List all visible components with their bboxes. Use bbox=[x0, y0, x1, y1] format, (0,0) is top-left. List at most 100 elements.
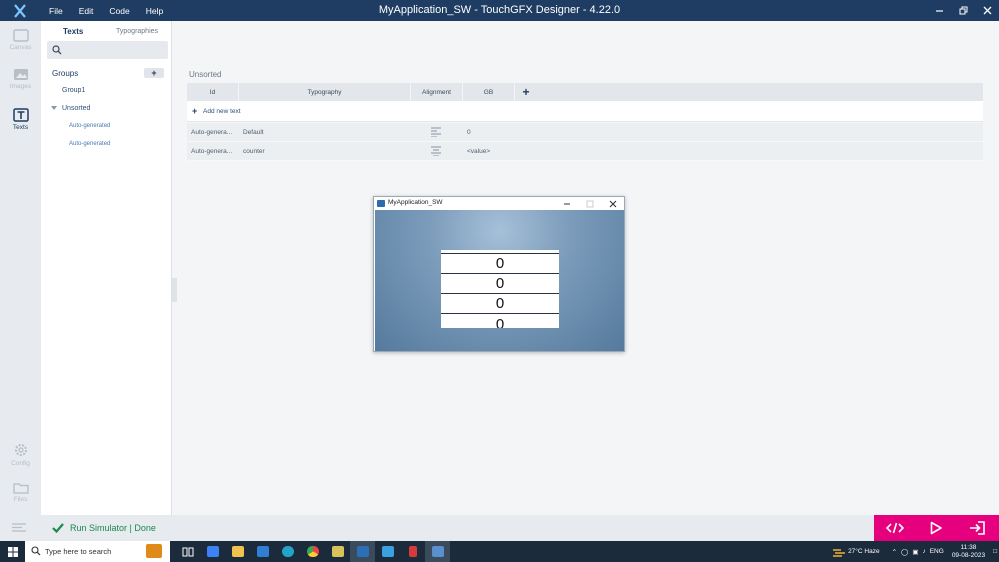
column-header-alignment[interactable]: Alignment bbox=[411, 83, 463, 101]
column-header-typography[interactable]: Typography bbox=[239, 83, 411, 101]
rail-images[interactable]: Images bbox=[0, 68, 41, 90]
cell-id[interactable]: Auto-genera... bbox=[191, 129, 232, 136]
simulator-title-bar[interactable]: MyApplication_SW bbox=[374, 197, 624, 210]
display-icon[interactable]: ▣ bbox=[912, 548, 918, 556]
align-center-icon[interactable] bbox=[431, 146, 441, 156]
run-simulator-button[interactable] bbox=[915, 515, 956, 541]
table-row[interactable]: Auto-genera... Default 0 bbox=[187, 123, 983, 142]
simulator-screen[interactable]: 0 0 0 0 bbox=[375, 210, 624, 351]
start-button[interactable] bbox=[0, 541, 25, 562]
windows-icon bbox=[7, 546, 18, 557]
action-buttons bbox=[874, 515, 999, 541]
taskbar-clock[interactable]: 11:38 09-08-2023 bbox=[952, 544, 985, 560]
tab-typographies[interactable]: Typographies bbox=[116, 28, 158, 35]
stm32cubemx-icon[interactable] bbox=[400, 541, 425, 562]
add-new-text-label: Add new text bbox=[203, 108, 241, 115]
app-icon[interactable] bbox=[325, 541, 350, 562]
play-icon bbox=[930, 521, 942, 535]
menu-edit[interactable]: Edit bbox=[71, 6, 102, 16]
network-icon[interactable]: ◯ bbox=[901, 548, 908, 556]
list-item[interactable]: 0 bbox=[441, 313, 559, 328]
taskbar-search[interactable]: Type here to search bbox=[25, 541, 170, 562]
chrome-icon[interactable] bbox=[300, 541, 325, 562]
section-title: Unsorted bbox=[189, 70, 222, 79]
simulator-app-icon bbox=[377, 200, 385, 207]
rail-canvas[interactable]: Canvas bbox=[0, 29, 41, 51]
menu-file[interactable]: File bbox=[41, 6, 71, 16]
simulator-window[interactable]: MyApplication_SW 0 0 0 0 bbox=[373, 196, 625, 352]
group-item-auto-generated-2[interactable]: Auto-generated bbox=[69, 141, 110, 147]
store-icon[interactable] bbox=[200, 541, 225, 562]
images-icon bbox=[13, 69, 28, 80]
cell-gb[interactable]: <value> bbox=[467, 148, 490, 155]
panel-tabs: Texts Typographies bbox=[41, 25, 172, 39]
run-target-button[interactable] bbox=[956, 515, 997, 541]
haze-icon bbox=[833, 548, 846, 557]
status-bar: Run Simulator | Done bbox=[0, 515, 999, 541]
rail-files[interactable]: Files bbox=[0, 481, 41, 503]
stm32cubeide-icon[interactable] bbox=[375, 541, 400, 562]
folder-icon bbox=[12, 483, 29, 494]
scroll-list[interactable]: 0 0 0 0 bbox=[441, 250, 559, 328]
minimize-button[interactable] bbox=[927, 0, 951, 21]
rail-config[interactable]: Config bbox=[0, 442, 41, 467]
cell-typography[interactable]: Default bbox=[243, 129, 264, 136]
touchgfx-taskbar-icon[interactable] bbox=[350, 541, 375, 562]
table-row[interactable]: Auto-genera... counter <value> bbox=[187, 142, 983, 161]
edge-icon[interactable] bbox=[275, 541, 300, 562]
list-item[interactable]: 0 bbox=[441, 293, 559, 313]
search-icon bbox=[31, 546, 41, 556]
rail-config-label: Config bbox=[11, 460, 30, 467]
canvas-icon bbox=[12, 29, 29, 42]
groups-heading: Groups bbox=[52, 69, 79, 78]
speaker-icon[interactable]: ♪ bbox=[922, 548, 925, 555]
search-highlight-icon[interactable] bbox=[146, 544, 162, 558]
group-item-unsorted[interactable]: Unsorted bbox=[62, 105, 90, 112]
texts-icon bbox=[12, 108, 29, 122]
group-item-auto-generated-1[interactable]: Auto-generated bbox=[69, 123, 110, 129]
list-item[interactable]: 0 bbox=[441, 273, 559, 293]
add-language-button[interactable]: + bbox=[515, 83, 537, 101]
cell-typography[interactable]: counter bbox=[243, 148, 265, 155]
language-indicator[interactable]: ENG bbox=[930, 548, 944, 555]
cell-gb[interactable]: 0 bbox=[467, 129, 471, 136]
menu-code[interactable]: Code bbox=[101, 6, 137, 16]
simulator-close-button[interactable] bbox=[601, 197, 624, 210]
add-new-text-row[interactable]: + Add new text bbox=[187, 101, 983, 122]
simulator-taskbar-icon[interactable] bbox=[425, 541, 450, 562]
code-icon bbox=[885, 522, 904, 534]
close-button[interactable] bbox=[975, 0, 999, 21]
menu-help[interactable]: Help bbox=[138, 6, 171, 16]
status-message[interactable]: Run Simulator | Done bbox=[70, 523, 156, 533]
group-item-group1[interactable]: Group1 bbox=[62, 87, 85, 94]
simulator-minimize-button[interactable] bbox=[555, 197, 578, 210]
taskbar-apps bbox=[175, 541, 450, 562]
task-view-icon[interactable] bbox=[175, 541, 200, 562]
table-header: Id Typography Alignment GB + bbox=[187, 83, 983, 101]
generate-code-button[interactable] bbox=[874, 515, 915, 541]
mail-icon[interactable] bbox=[250, 541, 275, 562]
add-group-button[interactable]: + bbox=[144, 68, 164, 78]
taskbar-search-placeholder: Type here to search bbox=[45, 547, 112, 556]
tab-texts[interactable]: Texts bbox=[63, 27, 83, 36]
clock-date: 09-08-2023 bbox=[951, 551, 986, 559]
align-left-icon[interactable] bbox=[431, 127, 441, 137]
list-item[interactable]: 0 bbox=[441, 253, 559, 273]
restore-button[interactable] bbox=[951, 0, 975, 21]
touchgfx-logo-icon bbox=[0, 0, 40, 21]
notifications-icon[interactable]: □ bbox=[993, 548, 997, 555]
rail-texts[interactable]: Texts bbox=[0, 108, 41, 131]
cell-id[interactable]: Auto-genera... bbox=[191, 148, 232, 155]
chevron-down-icon[interactable] bbox=[51, 106, 57, 110]
column-header-gb[interactable]: GB bbox=[463, 83, 515, 101]
file-explorer-icon[interactable] bbox=[225, 541, 250, 562]
column-header-id[interactable]: Id bbox=[187, 83, 239, 101]
texts-panel: Texts Typographies Groups + Group1 Unsor… bbox=[41, 21, 172, 515]
chevron-up-icon[interactable]: ⌃ bbox=[892, 548, 897, 556]
search-input[interactable] bbox=[47, 41, 168, 59]
hamburger-menu-icon[interactable] bbox=[12, 523, 26, 532]
check-icon bbox=[52, 523, 64, 533]
simulator-title: MyApplication_SW bbox=[388, 199, 443, 206]
weather-widget[interactable]: 27°C Haze bbox=[832, 547, 882, 557]
search-icon bbox=[52, 45, 62, 55]
